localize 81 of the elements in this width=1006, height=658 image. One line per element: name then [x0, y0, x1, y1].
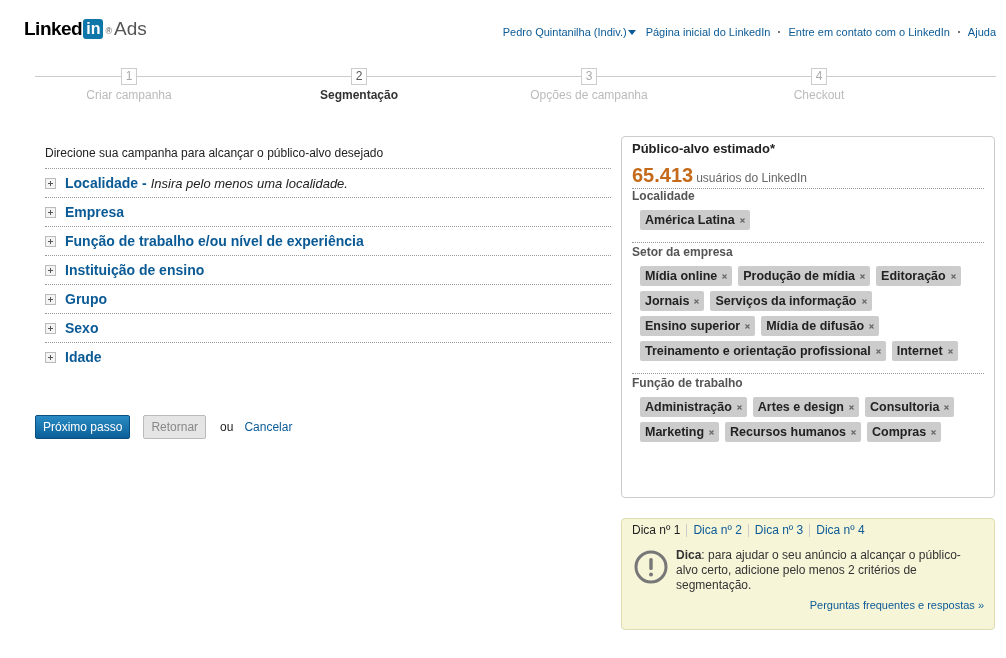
remove-icon[interactable]	[709, 429, 715, 435]
remove-icon[interactable]	[745, 323, 751, 329]
filter-tag[interactable]: Artes e design	[752, 397, 859, 417]
step-number: 1	[121, 68, 137, 85]
filter-tag[interactable]: Compras	[867, 422, 942, 442]
section-title[interactable]: Empresa	[65, 204, 125, 220]
cancel-link[interactable]: Cancelar	[244, 420, 293, 434]
audience-count: 65.413	[632, 164, 694, 186]
intro-text: Direcione sua campanha para alcançar o público-alvo desejado	[45, 145, 385, 162]
remove-icon[interactable]	[851, 429, 857, 435]
filter-tag[interactable]: Mídia de difusão	[761, 316, 880, 336]
logo-badge: in	[83, 19, 104, 39]
section-title[interactable]: Grupo	[65, 291, 107, 307]
registered-mark: ®	[105, 26, 113, 36]
logo-text: Linked	[24, 18, 83, 40]
step-number: 4	[811, 68, 827, 85]
remove-icon[interactable]	[860, 273, 866, 279]
step-number: 3	[581, 68, 597, 85]
filter-tag[interactable]: Mídia online	[640, 266, 733, 286]
remove-icon[interactable]	[694, 298, 700, 304]
filter-tag[interactable]: Consultoria	[865, 397, 955, 417]
filter-tag[interactable]: Internet	[891, 341, 958, 361]
exclamation-icon	[634, 550, 668, 584]
tip-tab[interactable]: Dica nº 3	[754, 523, 804, 537]
remove-icon[interactable]	[861, 298, 867, 304]
tip-tab[interactable]: Dica nº 1	[632, 523, 681, 537]
tip-tab[interactable]: Dica nº 4	[816, 523, 865, 537]
next-button[interactable]: Próximo passo	[35, 415, 131, 439]
nav-link[interactable]: Entre em contato com o LinkedIn	[788, 26, 950, 38]
group-label: Função de trabalho	[632, 376, 744, 390]
filter-tag[interactable]: Jornais	[640, 291, 705, 311]
filter-tag[interactable]: Produção de mídia	[738, 266, 871, 286]
section-title[interactable]: Idade	[65, 349, 102, 365]
tip-tab[interactable]: Dica nº 2	[693, 523, 742, 537]
product-name: Ads	[114, 18, 147, 40]
step-label: Segmentação	[320, 88, 398, 102]
account-menu[interactable]: Pedro Quintanilha (Indiv.)	[502, 26, 636, 38]
expand-icon[interactable]	[45, 206, 56, 218]
expand-icon[interactable]	[45, 351, 56, 363]
section-title[interactable]: Função de trabalho e/ou nível de experiência	[65, 233, 364, 249]
filter-tag[interactable]: Ensino superior	[640, 316, 756, 336]
remove-icon[interactable]	[875, 348, 881, 354]
nav-link[interactable]: Ajuda	[967, 26, 996, 38]
or-text: ou	[220, 420, 234, 434]
section-title[interactable]: Sexo	[65, 320, 99, 336]
remove-icon[interactable]	[722, 273, 728, 279]
filter-tag[interactable]: Marketing	[640, 422, 720, 442]
expand-icon[interactable]	[45, 293, 56, 305]
expand-icon[interactable]	[45, 177, 56, 189]
expand-icon[interactable]	[45, 235, 56, 247]
expand-icon[interactable]	[45, 322, 56, 334]
section-title[interactable]: Instituição de ensino	[65, 262, 205, 278]
remove-icon[interactable]	[736, 404, 742, 410]
faq-link[interactable]: Perguntas frequentes e respostas »	[632, 599, 984, 611]
filter-tag[interactable]: Treinamento e orientação profissional	[640, 341, 886, 361]
filter-tag[interactable]: Administração	[640, 397, 747, 417]
step-label: Opções de campanha	[530, 88, 648, 102]
filter-tag[interactable]: Editoração	[876, 266, 961, 286]
step-label: Criar campanha	[86, 88, 172, 102]
remove-icon[interactable]	[944, 404, 950, 410]
remove-icon[interactable]	[947, 348, 953, 354]
filter-tag[interactable]: América Latina	[640, 210, 750, 230]
remove-icon[interactable]	[950, 273, 956, 279]
remove-icon[interactable]	[931, 429, 937, 435]
filter-tag[interactable]: Recursos humanos	[725, 422, 862, 442]
section-hint: Insira pelo menos uma localidade.	[150, 175, 348, 191]
remove-icon[interactable]	[849, 404, 854, 410]
expand-icon[interactable]	[45, 264, 56, 276]
step-label: Checkout	[793, 88, 845, 102]
panel-title: Público-alvo estimado*	[632, 141, 777, 156]
count-label: usuários do LinkedIn	[696, 171, 807, 185]
remove-icon[interactable]	[739, 217, 745, 223]
filter-tag[interactable]: Serviços da informação	[710, 291, 872, 311]
nav-link[interactable]: Página inicial do LinkedIn	[645, 26, 771, 38]
caret-icon[interactable]	[627, 29, 636, 35]
remove-icon[interactable]	[869, 323, 875, 329]
group-label: Localidade	[632, 189, 696, 203]
tip-text: Dica: para ajudar o seu anúncio a alcançar o público-alvo certo, adicione pelo menos 2 critérios de segmentação.	[676, 548, 962, 593]
step-number: 2	[351, 68, 367, 85]
section-title[interactable]: Localidade -	[65, 175, 147, 191]
group-label: Setor da empresa	[632, 245, 734, 259]
